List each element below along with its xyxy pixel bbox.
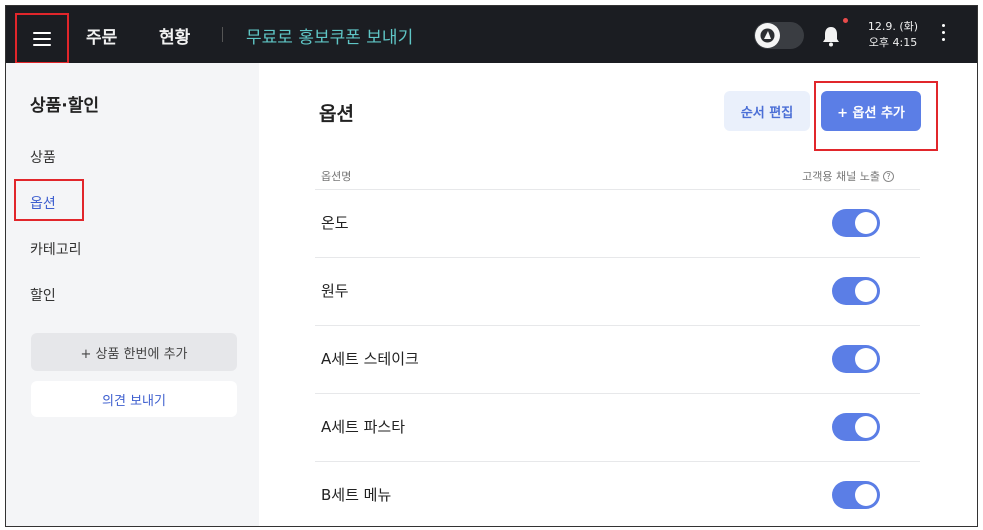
sidebar: 상품·할인 상품 옵션 카테고리 할인 + 상품 한번에 추가 의견 보내기 — [6, 63, 259, 526]
table-row[interactable]: 원두 — [315, 258, 920, 326]
help-circle-icon[interactable]: ? — [883, 170, 894, 182]
exposure-toggle[interactable] — [832, 277, 880, 305]
column-header-option-name: 옵션명 — [321, 170, 352, 183]
theme-toggle[interactable] — [754, 22, 804, 49]
nav-status[interactable]: 현황 — [159, 23, 190, 48]
top-bar: 주문 현황 무료로 홍보쿠폰 보내기 12.9. (화) 오후 4:15 — [6, 6, 977, 64]
nav-order[interactable]: 주문 — [86, 23, 117, 48]
more-vertical-icon[interactable] — [940, 24, 946, 44]
exposure-toggle[interactable] — [832, 209, 880, 237]
coupon-link[interactable]: 무료로 홍보쿠폰 보내기 — [246, 23, 413, 48]
notification-dot — [843, 18, 848, 23]
bell-icon[interactable] — [820, 24, 842, 48]
column-header-exposure-label: 고객용 채널 노출 — [802, 170, 880, 183]
table-header: 옵션명 고객용 채널 노출 ? — [315, 159, 920, 190]
exposure-toggle[interactable] — [832, 413, 880, 441]
option-name: A세트 스테이크 — [321, 350, 419, 368]
theme-toggle-icon — [755, 23, 780, 48]
date: 12.9. (화) — [867, 20, 919, 33]
sidebar-title: 상품·할인 — [30, 96, 100, 116]
options-highlight-box — [14, 179, 84, 221]
menu-icon — [33, 31, 51, 46]
option-name: A세트 파스타 — [321, 418, 406, 436]
options-table: 옵션명 고객용 채널 노출 ? 온도 원두 A세트 스테이크 A세트 파스타 B… — [315, 159, 920, 526]
table-row[interactable]: A세트 스테이크 — [315, 326, 920, 394]
bulk-add-products-button[interactable]: + 상품 한번에 추가 — [31, 333, 237, 371]
datetime: 12.9. (화) 오후 4:15 — [864, 19, 922, 51]
table-row[interactable]: 온도 — [315, 190, 920, 258]
nav-divider — [222, 27, 223, 42]
page-title: 옵션 — [319, 103, 354, 125]
main-content: 옵션 순서 편집 + 옵션 추가 옵션명 고객용 채널 노출 ? 온도 원두 A… — [259, 63, 977, 526]
add-option-highlight-box — [814, 81, 938, 151]
reorder-button[interactable]: 순서 편집 — [724, 91, 810, 131]
app-window: 주문 현황 무료로 홍보쿠폰 보내기 12.9. (화) 오후 4:15 상품·… — [5, 5, 978, 527]
table-row[interactable]: B세트 메뉴 — [315, 462, 920, 526]
option-name: 온도 — [321, 214, 349, 232]
option-name: 원두 — [321, 282, 349, 300]
option-name: B세트 메뉴 — [321, 486, 392, 504]
sidebar-item-products[interactable]: 상품 — [30, 147, 56, 167]
menu-button[interactable] — [15, 13, 69, 64]
exposure-toggle[interactable] — [832, 345, 880, 373]
time: 오후 4:15 — [868, 36, 918, 49]
send-feedback-button[interactable]: 의견 보내기 — [31, 381, 237, 417]
exposure-toggle[interactable] — [832, 481, 880, 509]
sidebar-item-categories[interactable]: 카테고리 — [30, 239, 82, 259]
table-row[interactable]: A세트 파스타 — [315, 394, 920, 462]
sidebar-item-discounts[interactable]: 할인 — [30, 285, 56, 305]
column-header-exposure: 고객용 채널 노출 ? — [802, 168, 894, 184]
